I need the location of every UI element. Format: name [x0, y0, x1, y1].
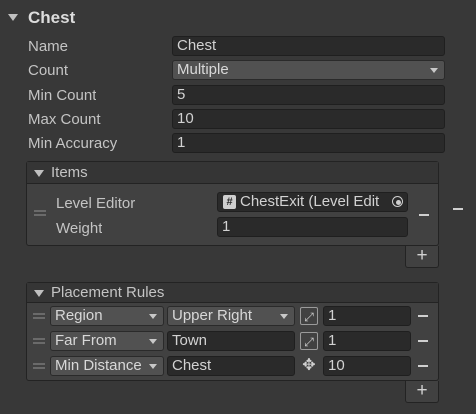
items-header[interactable]: Items — [27, 162, 438, 184]
items-panel: Items Level Editor # ChestExit (Level Ed… — [26, 161, 439, 246]
level-editor-label: Level Editor — [56, 195, 136, 212]
chevron-down-icon — [149, 364, 157, 369]
remove-rule-button[interactable] — [418, 340, 428, 342]
remove-item-button[interactable] — [419, 214, 429, 216]
rule-type-dropdown[interactable]: Far From — [50, 331, 164, 351]
placement-rules-header[interactable]: Placement Rules — [27, 283, 438, 303]
rule-target-field[interactable]: Chest — [167, 356, 295, 376]
plus-icon: + — [416, 380, 428, 401]
rule-type-value: Region — [55, 307, 103, 324]
remove-rule-button[interactable] — [418, 365, 428, 367]
chevron-down-icon — [280, 314, 288, 319]
rule-type-dropdown[interactable]: Region — [50, 306, 164, 326]
rule-target-dropdown[interactable]: Upper Right — [167, 306, 295, 326]
component-title: Chest — [28, 8, 76, 27]
chevron-down-icon — [430, 68, 438, 73]
move-icon[interactable]: ✥ — [300, 357, 318, 375]
count-dropdown-value: Multiple — [177, 61, 229, 78]
rule-value-field[interactable]: 1 — [323, 306, 411, 326]
min-count-field[interactable]: 5 — [172, 85, 445, 105]
max-count-field[interactable]: 10 — [172, 109, 445, 129]
add-rule-button[interactable]: + — [405, 381, 439, 403]
drag-handle[interactable] — [33, 338, 45, 344]
drag-handle[interactable] — [33, 363, 45, 369]
weight-label: Weight — [56, 220, 103, 237]
items-foldout-arrow[interactable] — [34, 170, 44, 177]
name-field[interactable]: Chest — [172, 36, 445, 56]
rule-type-value: Far From — [55, 332, 117, 349]
placement-rules-title: Placement Rules — [51, 284, 165, 301]
name-label: Name — [28, 38, 69, 55]
rule-target-value: Upper Right — [172, 307, 253, 324]
min-accuracy-field[interactable]: 1 — [172, 133, 445, 153]
component-foldout-arrow[interactable] — [8, 14, 18, 21]
rule-type-value: Min Distance — [55, 357, 142, 374]
rule-value-field[interactable]: 1 — [323, 331, 411, 351]
min-accuracy-label: Min Accuracy — [28, 135, 118, 152]
items-title: Items — [51, 164, 88, 181]
count-label: Count — [28, 62, 69, 79]
rule-type-dropdown[interactable]: Min Distance — [50, 356, 164, 376]
rule-target-field[interactable]: Town — [167, 331, 295, 351]
plus-icon: + — [416, 245, 428, 266]
drag-handle[interactable] — [33, 313, 45, 319]
level-editor-value: ChestExit (Level Edit — [240, 193, 380, 210]
object-picker-icon[interactable] — [392, 196, 403, 207]
weight-field[interactable]: 1 — [217, 217, 408, 237]
max-count-label: Max Count — [28, 111, 101, 128]
chevron-down-icon — [149, 339, 157, 344]
min-count-label: Min Count — [28, 87, 97, 104]
add-item-button[interactable]: + — [405, 246, 439, 268]
level-editor-object-field[interactable]: # ChestExit (Level Edit — [217, 192, 408, 212]
expand-icon[interactable]: ⤢ — [300, 307, 318, 325]
drag-handle[interactable] — [34, 210, 46, 216]
rule-value-field[interactable]: 10 — [323, 356, 411, 376]
remove-rule-button[interactable] — [418, 315, 428, 317]
placement-rules-foldout-arrow[interactable] — [34, 290, 44, 297]
script-icon: # — [223, 195, 236, 209]
chevron-down-icon — [149, 314, 157, 319]
count-dropdown[interactable]: Multiple — [172, 60, 445, 80]
remove-component-button[interactable] — [453, 208, 463, 210]
expand-icon[interactable]: ⤢ — [300, 332, 318, 350]
